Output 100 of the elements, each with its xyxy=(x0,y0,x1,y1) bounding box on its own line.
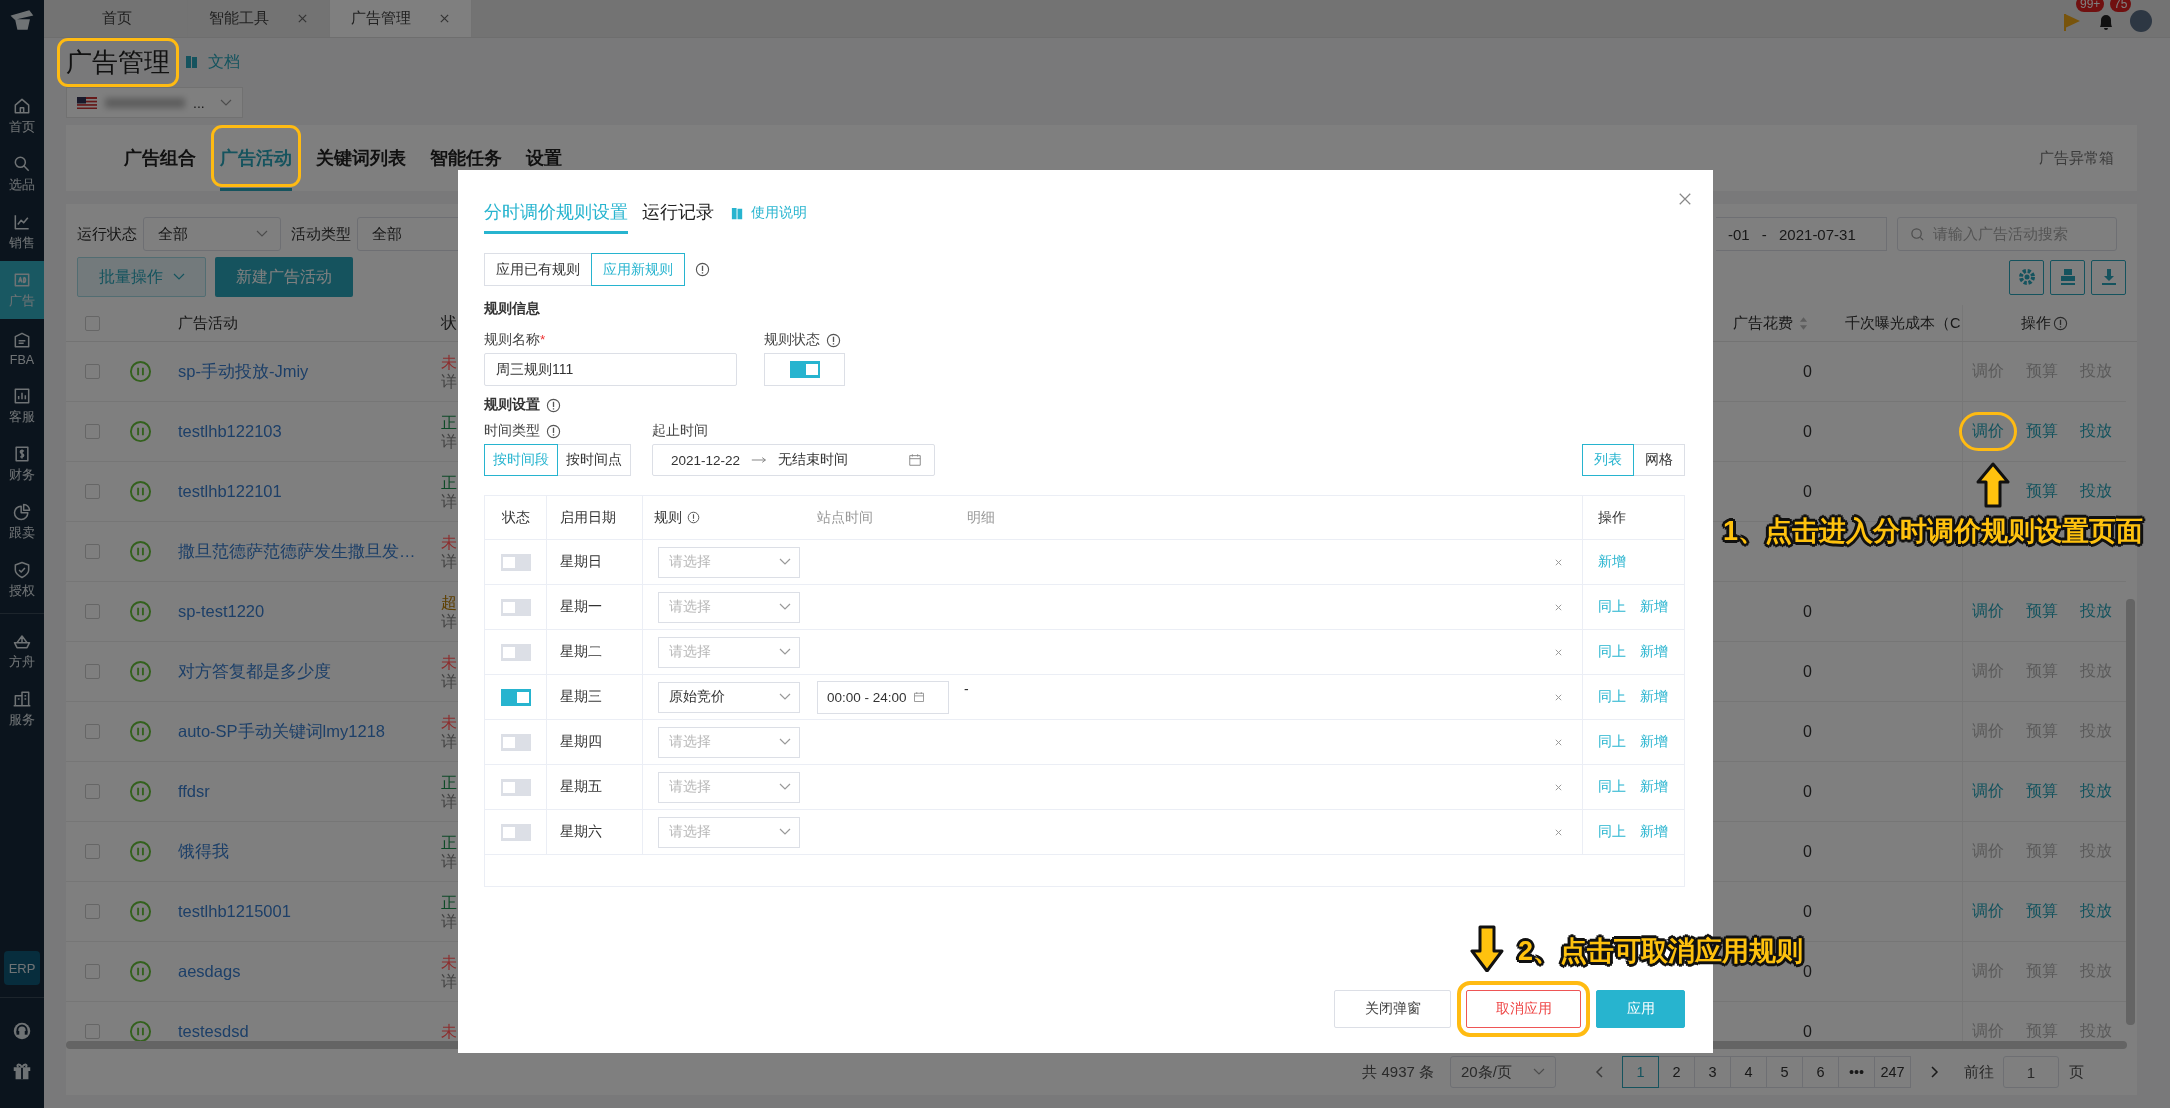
toggle-switch[interactable] xyxy=(500,823,531,841)
page-button[interactable]: 6 xyxy=(1802,1056,1839,1088)
toggle-switch[interactable] xyxy=(500,553,531,571)
segment-button[interactable]: 应用已有规则 xyxy=(484,253,592,286)
apply-button[interactable]: 应用 xyxy=(1596,990,1685,1028)
campaign-link[interactable]: aesdags xyxy=(178,962,241,980)
sidebar-item[interactable]: 销售 xyxy=(0,203,44,261)
column-header[interactable]: 广告花费 xyxy=(1733,313,1793,333)
pause-icon[interactable] xyxy=(128,960,152,983)
checkbox[interactable] xyxy=(85,904,100,919)
select-field[interactable]: 请选择 xyxy=(658,726,800,758)
pause-icon[interactable] xyxy=(128,480,152,503)
close-icon[interactable] xyxy=(1554,602,1563,612)
sidebar-item[interactable]: 选品 xyxy=(0,145,44,203)
action-link[interactable]: 调价 xyxy=(1972,901,2004,922)
page-button[interactable]: 2 xyxy=(1658,1056,1695,1088)
page-input[interactable]: 1 xyxy=(2003,1056,2059,1088)
toggle-switch[interactable] xyxy=(500,598,531,616)
section-tab[interactable]: 广告组合 xyxy=(124,125,196,191)
checkbox[interactable] xyxy=(85,424,100,439)
action-link[interactable]: 新增 xyxy=(1640,778,1668,796)
cancel-apply-button[interactable]: 取消应用 xyxy=(1466,990,1581,1028)
campaign-link[interactable]: testlhb122101 xyxy=(178,482,282,500)
select-field[interactable]: 请选择 xyxy=(658,636,800,668)
pause-icon[interactable] xyxy=(128,600,152,623)
campaign-link[interactable]: 对方答复都是多少度 xyxy=(178,661,331,680)
time-range-field[interactable]: 00:00 - 24:00 xyxy=(817,680,949,714)
campaign-link[interactable]: testesdsd xyxy=(178,1022,249,1040)
sidebar-item[interactable]: FBA xyxy=(0,319,44,377)
action-link[interactable]: 新增 xyxy=(1640,733,1668,751)
page-tab[interactable]: 首页 xyxy=(46,0,188,37)
checkbox[interactable] xyxy=(85,315,100,331)
page-button[interactable]: 5 xyxy=(1766,1056,1803,1088)
pause-icon[interactable] xyxy=(128,420,152,443)
next-page-icon[interactable] xyxy=(1929,1064,1939,1080)
checkbox[interactable] xyxy=(85,484,100,499)
campaign-link[interactable]: sp-test1220 xyxy=(178,602,265,620)
segment-button[interactable]: 按时间点 xyxy=(557,444,631,476)
segment-button[interactable]: 网格 xyxy=(1633,444,1685,476)
campaign-link[interactable]: 饿得我 xyxy=(178,841,229,860)
detail-link[interactable]: 详 xyxy=(441,431,461,451)
action-link[interactable]: 预算 xyxy=(2026,421,2058,442)
sidebar-item[interactable]: 广告 xyxy=(0,261,44,319)
detail-link[interactable]: 详 xyxy=(441,551,461,571)
checkbox[interactable] xyxy=(85,364,100,379)
print-button[interactable] xyxy=(2050,259,2085,295)
toggle-switch[interactable] xyxy=(789,361,820,378)
section-tab[interactable]: 广告活动 xyxy=(220,125,292,191)
action-link[interactable]: 预算 xyxy=(2026,781,2058,802)
checkbox[interactable] xyxy=(85,724,100,739)
page-button[interactable]: 4 xyxy=(1730,1056,1767,1088)
date-range-field[interactable]: -01 - 2021-07-31 xyxy=(1716,217,1887,251)
sidebar-item[interactable]: 首页 xyxy=(0,87,44,145)
action-link[interactable]: 新增 xyxy=(1640,688,1668,706)
action-link[interactable]: 投放 xyxy=(2080,481,2112,502)
sort-icon[interactable] xyxy=(1799,315,1808,331)
detail-link[interactable]: 详 xyxy=(441,791,461,811)
previous-page-icon[interactable] xyxy=(1595,1064,1605,1080)
action-link[interactable]: 同上 xyxy=(1598,778,1626,796)
close-icon[interactable] xyxy=(1554,782,1563,792)
headset-icon[interactable] xyxy=(11,1020,33,1042)
close-dialog-button[interactable]: 关闭弹窗 xyxy=(1334,990,1451,1028)
exception-box-link[interactable]: 广告异常箱 xyxy=(2039,148,2114,168)
action-link[interactable]: 新增 xyxy=(1640,598,1668,616)
campaign-link[interactable]: 撒旦范德萨范德萨发生撒旦发… xyxy=(178,541,416,560)
action-link[interactable]: 调价 xyxy=(1972,781,2004,802)
dialog-tab[interactable]: 分时调价规则设置 xyxy=(484,192,628,234)
checkbox[interactable] xyxy=(85,844,100,859)
pause-icon[interactable] xyxy=(128,720,152,743)
sidebar-item[interactable]: 跟卖 xyxy=(0,493,44,551)
settings-button[interactable] xyxy=(2009,259,2044,295)
segment-button[interactable]: 应用新规则 xyxy=(591,253,685,286)
close-icon[interactable] xyxy=(1554,692,1563,702)
action-link[interactable]: 预算 xyxy=(2026,601,2058,622)
page-button[interactable]: 3 xyxy=(1694,1056,1731,1088)
action-link[interactable]: 同上 xyxy=(1598,598,1626,616)
detail-link[interactable]: 详 xyxy=(441,671,461,691)
select-field[interactable]: 全部 xyxy=(143,217,281,251)
sidebar-item[interactable]: 财务 xyxy=(0,435,44,493)
checkbox[interactable] xyxy=(85,1024,100,1039)
close-icon[interactable] xyxy=(1554,557,1563,567)
detail-link[interactable]: 详 xyxy=(441,851,461,871)
action-link[interactable]: 同上 xyxy=(1598,733,1626,751)
campaign-link[interactable]: sp-手动投放-Jmiy xyxy=(178,361,309,380)
detail-link[interactable]: 详 xyxy=(441,611,461,631)
close-icon[interactable] xyxy=(1554,647,1563,657)
page-size-select[interactable]: 20条/页 xyxy=(1450,1056,1556,1088)
action-link[interactable]: 调价 xyxy=(1972,421,2004,442)
page-button[interactable]: 247 xyxy=(1874,1056,1911,1088)
toggle-switch[interactable] xyxy=(500,778,531,796)
action-link[interactable]: 预算 xyxy=(2026,481,2058,502)
campaign-link[interactable]: ffdsr xyxy=(178,782,210,800)
pause-icon[interactable] xyxy=(128,540,152,563)
close-icon[interactable] xyxy=(439,13,450,24)
sidebar-item[interactable]: 服务 xyxy=(0,680,44,738)
doc-link[interactable]: 文档 xyxy=(208,51,240,73)
pause-icon[interactable] xyxy=(128,840,152,863)
pause-icon[interactable] xyxy=(128,360,152,383)
action-link[interactable]: 同上 xyxy=(1598,688,1626,706)
detail-link[interactable]: 详 xyxy=(441,971,461,991)
